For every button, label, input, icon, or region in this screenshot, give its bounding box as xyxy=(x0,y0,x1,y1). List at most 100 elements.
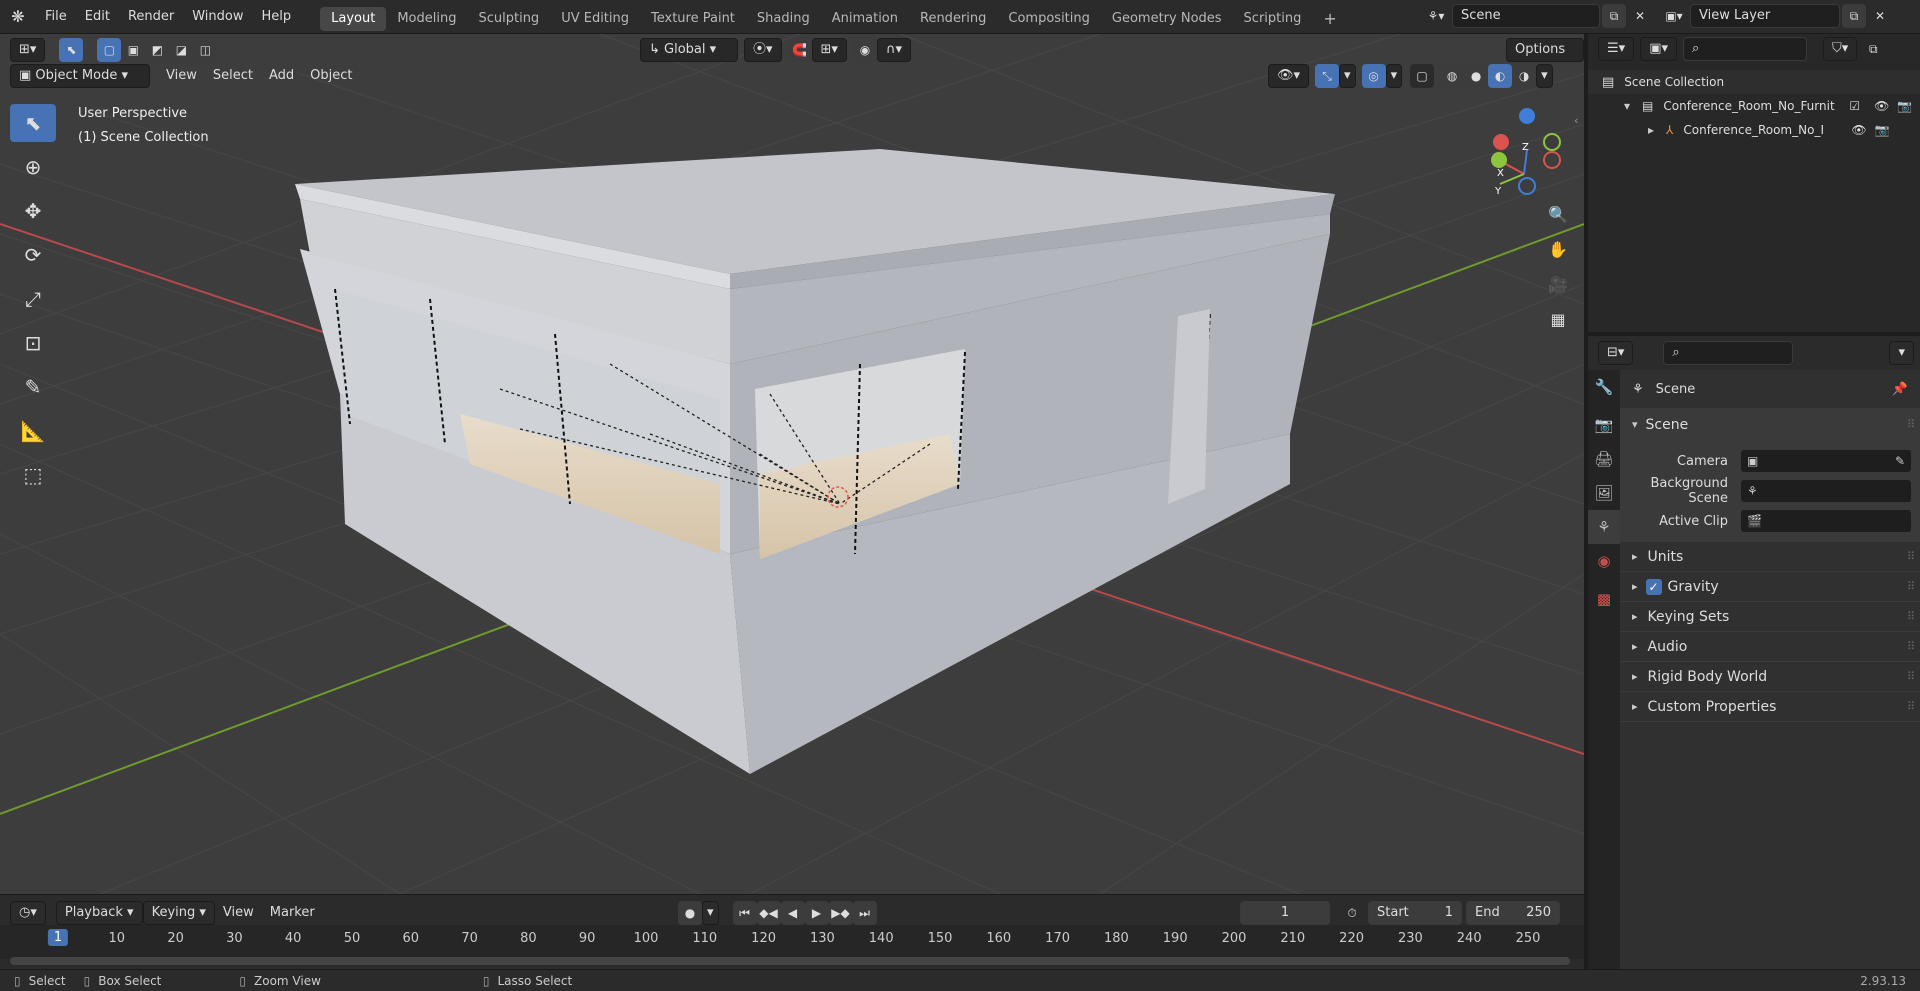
render-tab-icon[interactable]: 📷 xyxy=(1588,408,1620,442)
units-panel-header[interactable]: ▸ Units ⠿ xyxy=(1620,542,1920,572)
select-box-tool-icon[interactable]: ⬉ xyxy=(10,104,56,142)
visibility-eye-icon[interactable]: 👁 xyxy=(1851,123,1866,137)
solid-shading-icon[interactable]: ● xyxy=(1464,64,1489,88)
active-clip-field[interactable]: 🎬 xyxy=(1740,509,1912,533)
panel-grip-icon[interactable]: ⠿ xyxy=(1907,670,1915,683)
background-scene-field[interactable]: ⚘ xyxy=(1740,479,1912,503)
overlays-dropdown[interactable]: ▾ xyxy=(1385,64,1403,88)
tab-modeling[interactable]: Modeling xyxy=(386,7,467,31)
snap-target-dropdown[interactable]: ⊞▾ xyxy=(811,38,847,62)
menu-help[interactable]: Help xyxy=(253,0,301,34)
gravity-checkbox[interactable]: ✓ xyxy=(1645,578,1662,595)
scene-name-field[interactable]: Scene xyxy=(1452,4,1600,28)
zoom-icon[interactable]: 🔍 xyxy=(1542,198,1574,230)
tab-rendering[interactable]: Rendering xyxy=(909,7,997,31)
camera-field[interactable]: ▣ ✎ xyxy=(1740,449,1912,473)
timeline-scrollbar[interactable] xyxy=(10,957,1570,965)
pivot-point-dropdown[interactable]: ⦿▾ xyxy=(744,38,782,62)
gizmo-z-label[interactable]: Z xyxy=(1522,142,1529,153)
wireframe-shading-icon[interactable]: ◍ xyxy=(1440,64,1465,88)
xray-toggle-icon[interactable]: ▢ xyxy=(1410,64,1435,88)
camera-view-icon[interactable]: 🎥 xyxy=(1542,268,1574,300)
gravity-panel-header[interactable]: ▸ ✓ Gravity ⠿ xyxy=(1620,572,1920,602)
select-extend-icon[interactable]: ▣ xyxy=(121,38,146,62)
outliner-search-input[interactable]: ⌕ xyxy=(1683,37,1807,61)
select-intersect-icon[interactable]: ◫ xyxy=(193,38,218,62)
pan-hand-icon[interactable]: ✋ xyxy=(1542,233,1574,265)
visibility-dropdown[interactable]: 👁▾ xyxy=(1268,64,1310,88)
render-camera-icon[interactable]: 📷 xyxy=(1875,123,1890,137)
output-tab-icon[interactable]: 🖨 xyxy=(1588,442,1620,476)
proportional-edit-icon[interactable]: ◉ xyxy=(852,38,877,62)
select-tool-mode-icon[interactable]: ⬉ xyxy=(59,38,84,62)
material-shading-icon[interactable]: ◐ xyxy=(1488,64,1513,88)
tab-shading[interactable]: Shading xyxy=(746,7,821,31)
tab-scripting[interactable]: Scripting xyxy=(1233,7,1313,31)
visibility-eye-icon[interactable]: 👁 xyxy=(1874,99,1889,113)
display-mode-dropdown[interactable]: ▣▾ xyxy=(1640,37,1677,61)
options-dropdown[interactable]: Options ▾ xyxy=(1506,38,1584,79)
blender-logo-icon[interactable]: ❋ xyxy=(0,7,36,26)
keying-sets-panel-header[interactable]: ▸ Keying Sets ⠿ xyxy=(1620,602,1920,632)
shading-dropdown[interactable]: ▾ xyxy=(1536,64,1553,88)
view-layer-field[interactable]: View Layer xyxy=(1690,4,1840,28)
transform-orientation-dropdown[interactable]: ↳ Global ▾ xyxy=(640,38,738,62)
add-workspace-button[interactable]: + xyxy=(1312,7,1347,31)
new-view-layer-icon[interactable]: ⧉ xyxy=(1842,4,1866,28)
expand-arrow-icon[interactable]: ▸ xyxy=(1648,123,1654,137)
editor-type-dropdown[interactable]: ⊞▾ xyxy=(10,38,46,62)
tab-compositing[interactable]: Compositing xyxy=(997,7,1101,31)
texture-tab-icon[interactable]: ▩ xyxy=(1588,582,1620,616)
annotate-tool-icon[interactable]: ✎ xyxy=(10,368,56,406)
rigid-body-world-panel-header[interactable]: ▸ Rigid Body World ⠿ xyxy=(1620,662,1920,692)
tab-layout[interactable]: Layout xyxy=(320,7,387,31)
outliner-editor-type-dropdown[interactable]: ☰▾ xyxy=(1598,37,1635,61)
gizmo-toggle-icon[interactable]: ⤡ xyxy=(1315,64,1340,88)
snap-toggle-icon[interactable]: 🧲 xyxy=(787,38,812,62)
menu-edit[interactable]: Edit xyxy=(76,0,119,34)
gizmo-dropdown[interactable]: ▾ xyxy=(1339,64,1356,88)
delete-view-layer-icon[interactable]: ✕ xyxy=(1868,4,1892,28)
tab-animation[interactable]: Animation xyxy=(821,7,909,31)
new-scene-icon[interactable]: ⧉ xyxy=(1602,4,1626,28)
panel-grip-icon[interactable]: ⠿ xyxy=(1907,418,1915,431)
mode-dropdown[interactable]: ▣ Object Mode ▾ xyxy=(10,64,150,88)
select-new-icon[interactable]: ▢ xyxy=(97,38,122,62)
select-subtract-icon[interactable]: ◩ xyxy=(145,38,170,62)
panel-grip-icon[interactable]: ⠿ xyxy=(1907,700,1915,713)
viewport-menu-select[interactable]: Select xyxy=(205,64,261,88)
pin-icon[interactable]: 📌 xyxy=(1892,382,1908,397)
outliner-row-collection[interactable]: ▾ ▤ Conference_Room_No_Furnit ☑ 👁 📷 xyxy=(1588,94,1920,118)
proportional-falloff-dropdown[interactable]: ∩▾ xyxy=(876,38,911,62)
tab-texture-paint[interactable]: Texture Paint xyxy=(640,7,746,31)
cursor-tool-icon[interactable]: ⊕ xyxy=(10,148,56,186)
render-camera-icon[interactable]: 📷 xyxy=(1897,99,1912,113)
eyedropper-icon[interactable]: ✎ xyxy=(1895,454,1905,468)
panel-grip-icon[interactable]: ⠿ xyxy=(1907,640,1915,653)
menu-render[interactable]: Render xyxy=(119,0,183,34)
audio-panel-header[interactable]: ▸ Audio ⠿ xyxy=(1620,632,1920,662)
scene-selector-icon[interactable]: ⚘▾ xyxy=(1424,4,1448,28)
panel-grip-icon[interactable]: ⠿ xyxy=(1907,550,1915,563)
exclude-checkbox-icon[interactable]: ☑ xyxy=(1849,99,1860,113)
menu-window[interactable]: Window xyxy=(183,0,252,34)
scene-panel-header[interactable]: ▾ Scene ⠿ xyxy=(1620,408,1920,442)
properties-editor-type-dropdown[interactable]: ⊟▾ xyxy=(1598,341,1634,365)
properties-options-dropdown[interactable]: ▾ xyxy=(1889,341,1914,365)
add-cube-tool-icon[interactable]: ⬚ xyxy=(10,456,56,494)
gizmo-y-label[interactable]: Y xyxy=(1495,186,1501,197)
move-tool-icon[interactable]: ✥ xyxy=(10,192,56,230)
transform-tool-icon[interactable]: ⊡ xyxy=(10,324,56,362)
custom-properties-panel-header[interactable]: ▸ Custom Properties ⠿ xyxy=(1620,692,1920,722)
viewport-menu-view[interactable]: View xyxy=(158,64,205,88)
tool-tab-icon[interactable]: 🔧 xyxy=(1588,370,1620,404)
panel-grip-icon[interactable]: ⠿ xyxy=(1907,580,1915,593)
view-layer-selector-icon[interactable]: ▣▾ xyxy=(1662,4,1686,28)
delete-scene-icon[interactable]: ✕ xyxy=(1628,4,1652,28)
gizmo-x-label[interactable]: X xyxy=(1497,168,1504,179)
panel-grip-icon[interactable]: ⠿ xyxy=(1907,610,1915,623)
select-invert-icon[interactable]: ◪ xyxy=(169,38,194,62)
tab-geometry-nodes[interactable]: Geometry Nodes xyxy=(1101,7,1233,31)
menu-file[interactable]: File xyxy=(36,0,76,34)
filter-dropdown[interactable]: ⛉▾ xyxy=(1823,37,1858,61)
